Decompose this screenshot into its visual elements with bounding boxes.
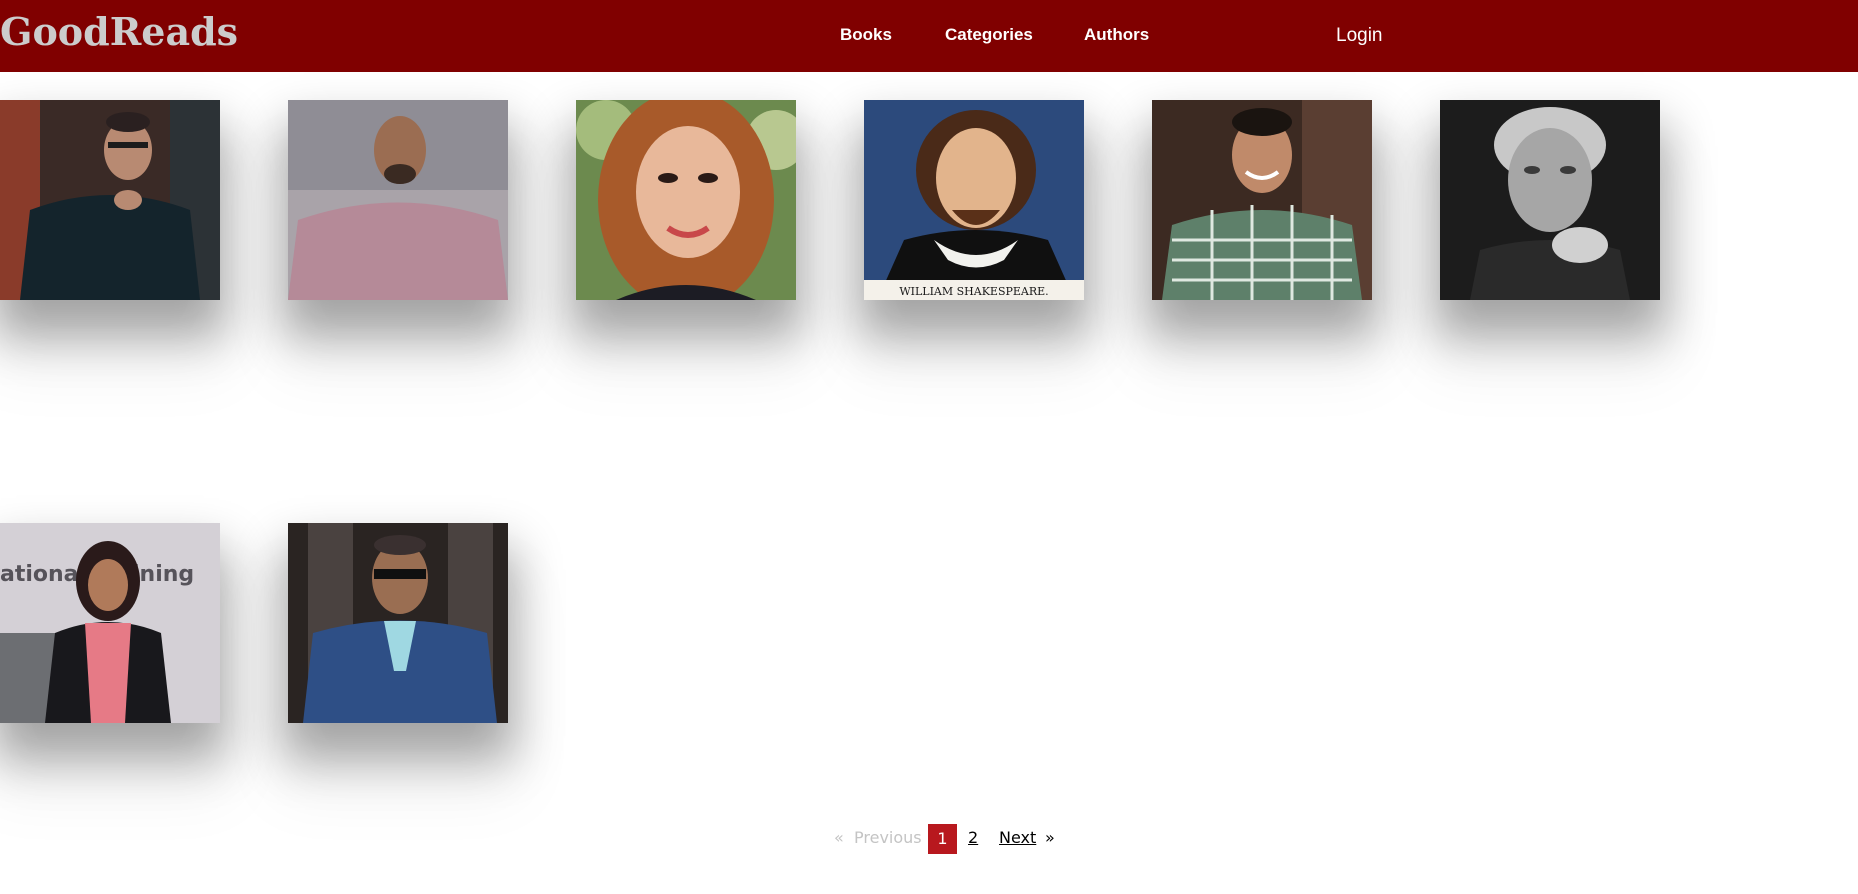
nav-categories-link[interactable]: Categories [945,24,1033,46]
portrait-caption: WILLIAM SHAKESPEARE. [899,285,1048,298]
author-card[interactable] [288,523,508,723]
author-card[interactable]: WILLIAM SHAKESPEARE. [864,100,1084,300]
next-arrow-icon[interactable]: » [1045,824,1055,852]
author-card[interactable] [576,100,796,300]
author-photo [0,100,220,300]
author-photo [576,100,796,300]
page-2-link[interactable]: 2 [968,824,978,852]
author-card[interactable] [1152,100,1372,300]
page-1-current[interactable]: 1 [928,824,957,854]
author-photo [288,100,508,300]
nav-authors-link[interactable]: Authors [1084,24,1149,46]
login-link[interactable]: Login [1336,24,1383,48]
author-photo: WILLIAM SHAKESPEARE. [864,100,1084,300]
next-button[interactable]: Next [999,824,1036,852]
author-card[interactable] [0,100,220,300]
author-photo [1152,100,1372,300]
author-photo [1440,100,1660,300]
author-card[interactable] [1440,100,1660,300]
author-photo: ational Training [0,523,220,723]
prev-arrow-icon: « [834,828,844,847]
previous-button: Previous [854,828,922,847]
top-navbar: GoodReads Books Categories Authors Login [0,0,1858,72]
author-card[interactable]: ational Training [0,523,220,723]
nav-books-link[interactable]: Books [840,24,892,46]
author-photo [288,523,508,723]
author-card[interactable] [288,100,508,300]
brand-logo[interactable]: GoodReads [0,8,238,56]
